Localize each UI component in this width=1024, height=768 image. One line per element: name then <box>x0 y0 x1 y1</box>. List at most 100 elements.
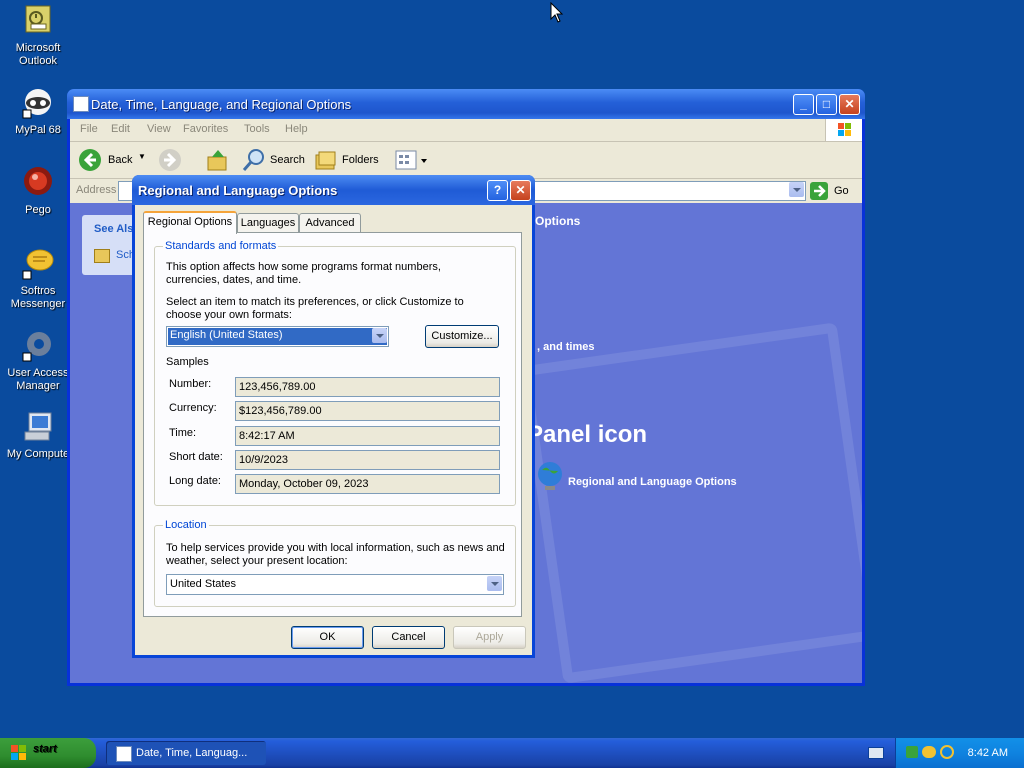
sample-value-short-date: 10/9/2023 <box>235 450 500 470</box>
windows-logo-icon <box>825 119 862 141</box>
folders-icon <box>315 151 336 170</box>
menu-favorites[interactable]: Favorites <box>183 123 228 135</box>
sample-label-number: Number: <box>169 378 212 390</box>
regional-options-link[interactable]: Regional and Language Options <box>568 476 737 488</box>
chevron-down-icon: ▼ <box>138 152 146 161</box>
taskbar-item-date-time[interactable]: Date, Time, Languag... <box>106 741 266 765</box>
search-label: Search <box>270 154 305 166</box>
desktop-icon-label: MyPal 68 <box>15 124 61 136</box>
minimize-button[interactable]: _ <box>793 94 814 115</box>
control-panel-icon <box>73 96 89 112</box>
see-also-title: See Als <box>94 223 134 235</box>
views-button[interactable] <box>394 148 430 172</box>
start-button[interactable]: start <box>0 738 96 768</box>
chevron-down-icon[interactable] <box>487 576 502 591</box>
tray-network-icon[interactable] <box>906 746 918 758</box>
folders-button[interactable]: Folders <box>314 148 380 172</box>
tab-advanced[interactable]: Advanced <box>299 213 361 232</box>
tab-regional-options[interactable]: Regional Options <box>143 211 237 234</box>
back-button[interactable]: Back ▼ <box>78 148 150 172</box>
views-icon <box>395 150 427 170</box>
start-label: start <box>33 743 57 755</box>
chevron-down-icon[interactable] <box>372 328 387 343</box>
up-folder-button[interactable] <box>206 148 230 172</box>
desktop-icon-label: My Compute <box>6 448 70 460</box>
globe-icon <box>538 462 562 490</box>
desktop-icon-label: User Access Manager <box>7 367 69 392</box>
format-select[interactable]: English (United States) <box>166 326 389 347</box>
samples-label: Samples <box>166 356 209 368</box>
computer-icon <box>21 410 55 444</box>
taskbar: start Date, Time, Languag... 8:42 AM <box>0 738 1024 768</box>
menu-help[interactable]: Help <box>285 123 308 135</box>
chevron-down-icon[interactable] <box>789 182 804 197</box>
location-select[interactable]: United States <box>166 574 504 595</box>
close-button[interactable]: ✕ <box>839 94 860 115</box>
forward-button[interactable] <box>158 148 194 172</box>
scheduled-task-icon <box>94 249 110 263</box>
dialog-title: Regional and Language Options <box>138 183 338 198</box>
ok-button[interactable]: OK <box>291 626 364 649</box>
go-arrow-icon <box>810 182 828 200</box>
desktop-icon-outlook[interactable]: Microsoft Outlook <box>0 4 76 68</box>
tray-search-icon[interactable] <box>940 745 954 759</box>
toolbar: Back ▼ Search Folders <box>70 142 862 179</box>
sample-value-long-date: Monday, October 09, 2023 <box>235 474 500 494</box>
dialog-titlebar[interactable]: Regional and Language Options ? ✕ <box>132 175 535 205</box>
menu-bar: File Edit View Favorites Tools Help <box>70 119 862 142</box>
task-fragment-and-times[interactable]: , and times <box>537 341 594 353</box>
explorer-title: Date, Time, Language, and Regional Optio… <box>91 97 352 112</box>
taskbar-item-label: Date, Time, Languag... <box>136 747 248 759</box>
menu-edit[interactable]: Edit <box>111 123 130 135</box>
windows-flag-icon <box>11 745 26 760</box>
apply-button[interactable]: Apply <box>453 626 526 649</box>
maximize-button[interactable]: □ <box>816 94 837 115</box>
standards-description: This option affects how some programs fo… <box>166 261 441 286</box>
desktop-icon-softros[interactable]: Softros Messenger <box>0 247 76 311</box>
sample-label-short-date: Short date: <box>169 451 223 463</box>
mouse-cursor-icon <box>550 2 564 23</box>
sample-value-time: 8:42:17 AM <box>235 426 500 446</box>
desktop-icon-mypal[interactable]: MyPal 68 <box>0 86 76 137</box>
go-button[interactable]: Go <box>810 181 856 201</box>
sample-label-long-date: Long date: <box>169 475 221 487</box>
sample-label-currency: Currency: <box>169 402 217 414</box>
format-select-value: English (United States) <box>168 328 387 345</box>
regional-options-page: Standards and formats This option affect… <box>143 232 522 617</box>
tray-messenger-icon[interactable] <box>922 746 936 758</box>
sample-value-number: 123,456,789.00 <box>235 377 500 397</box>
standards-legend: Standards and formats <box>163 240 279 252</box>
customize-button[interactable]: Customize... <box>425 325 499 348</box>
location-description: To help services provide you with local … <box>166 542 505 567</box>
desktop-icon-my-computer[interactable]: My Compute <box>0 410 76 461</box>
back-arrow-icon <box>79 149 101 171</box>
checkmark-watermark-icon <box>519 322 862 683</box>
dialog-close-button[interactable]: ✕ <box>510 180 531 201</box>
cancel-button[interactable]: Cancel <box>372 626 445 649</box>
desktop-icon-label: Pego <box>25 204 51 216</box>
menu-view[interactable]: View <box>147 123 171 135</box>
folders-label: Folders <box>342 154 379 166</box>
back-label: Back <box>108 154 133 166</box>
heading-fragment-options: Options <box>535 214 581 228</box>
pego-icon <box>21 166 55 200</box>
keyboard-icon[interactable] <box>868 747 884 759</box>
standards-prompt: Select an item to match its preferences,… <box>166 296 464 321</box>
tab-languages[interactable]: Languages <box>237 213 299 232</box>
explorer-titlebar[interactable]: Date, Time, Language, and Regional Optio… <box>67 89 865 119</box>
location-select-value: United States <box>170 578 237 590</box>
menu-file[interactable]: File <box>80 123 98 135</box>
help-button[interactable]: ? <box>487 180 508 201</box>
gear-icon <box>21 329 55 363</box>
desktop-icon-label: Softros Messenger <box>10 285 66 310</box>
desktop-icon-user-access[interactable]: User Access Manager <box>0 329 76 393</box>
up-folder-icon <box>207 150 227 171</box>
menu-tools[interactable]: Tools <box>244 123 270 135</box>
sample-value-currency: $123,456,789.00 <box>235 401 500 421</box>
desktop-icon-pego[interactable]: Pego <box>0 166 76 217</box>
search-button[interactable]: Search <box>242 148 308 172</box>
location-legend: Location <box>163 519 209 531</box>
regional-language-dialog: Regional and Language Options ? ✕ Region… <box>132 175 535 658</box>
desktop-icon-label: Microsoft Outlook <box>15 42 61 67</box>
system-tray: 8:42 AM <box>895 738 1024 768</box>
